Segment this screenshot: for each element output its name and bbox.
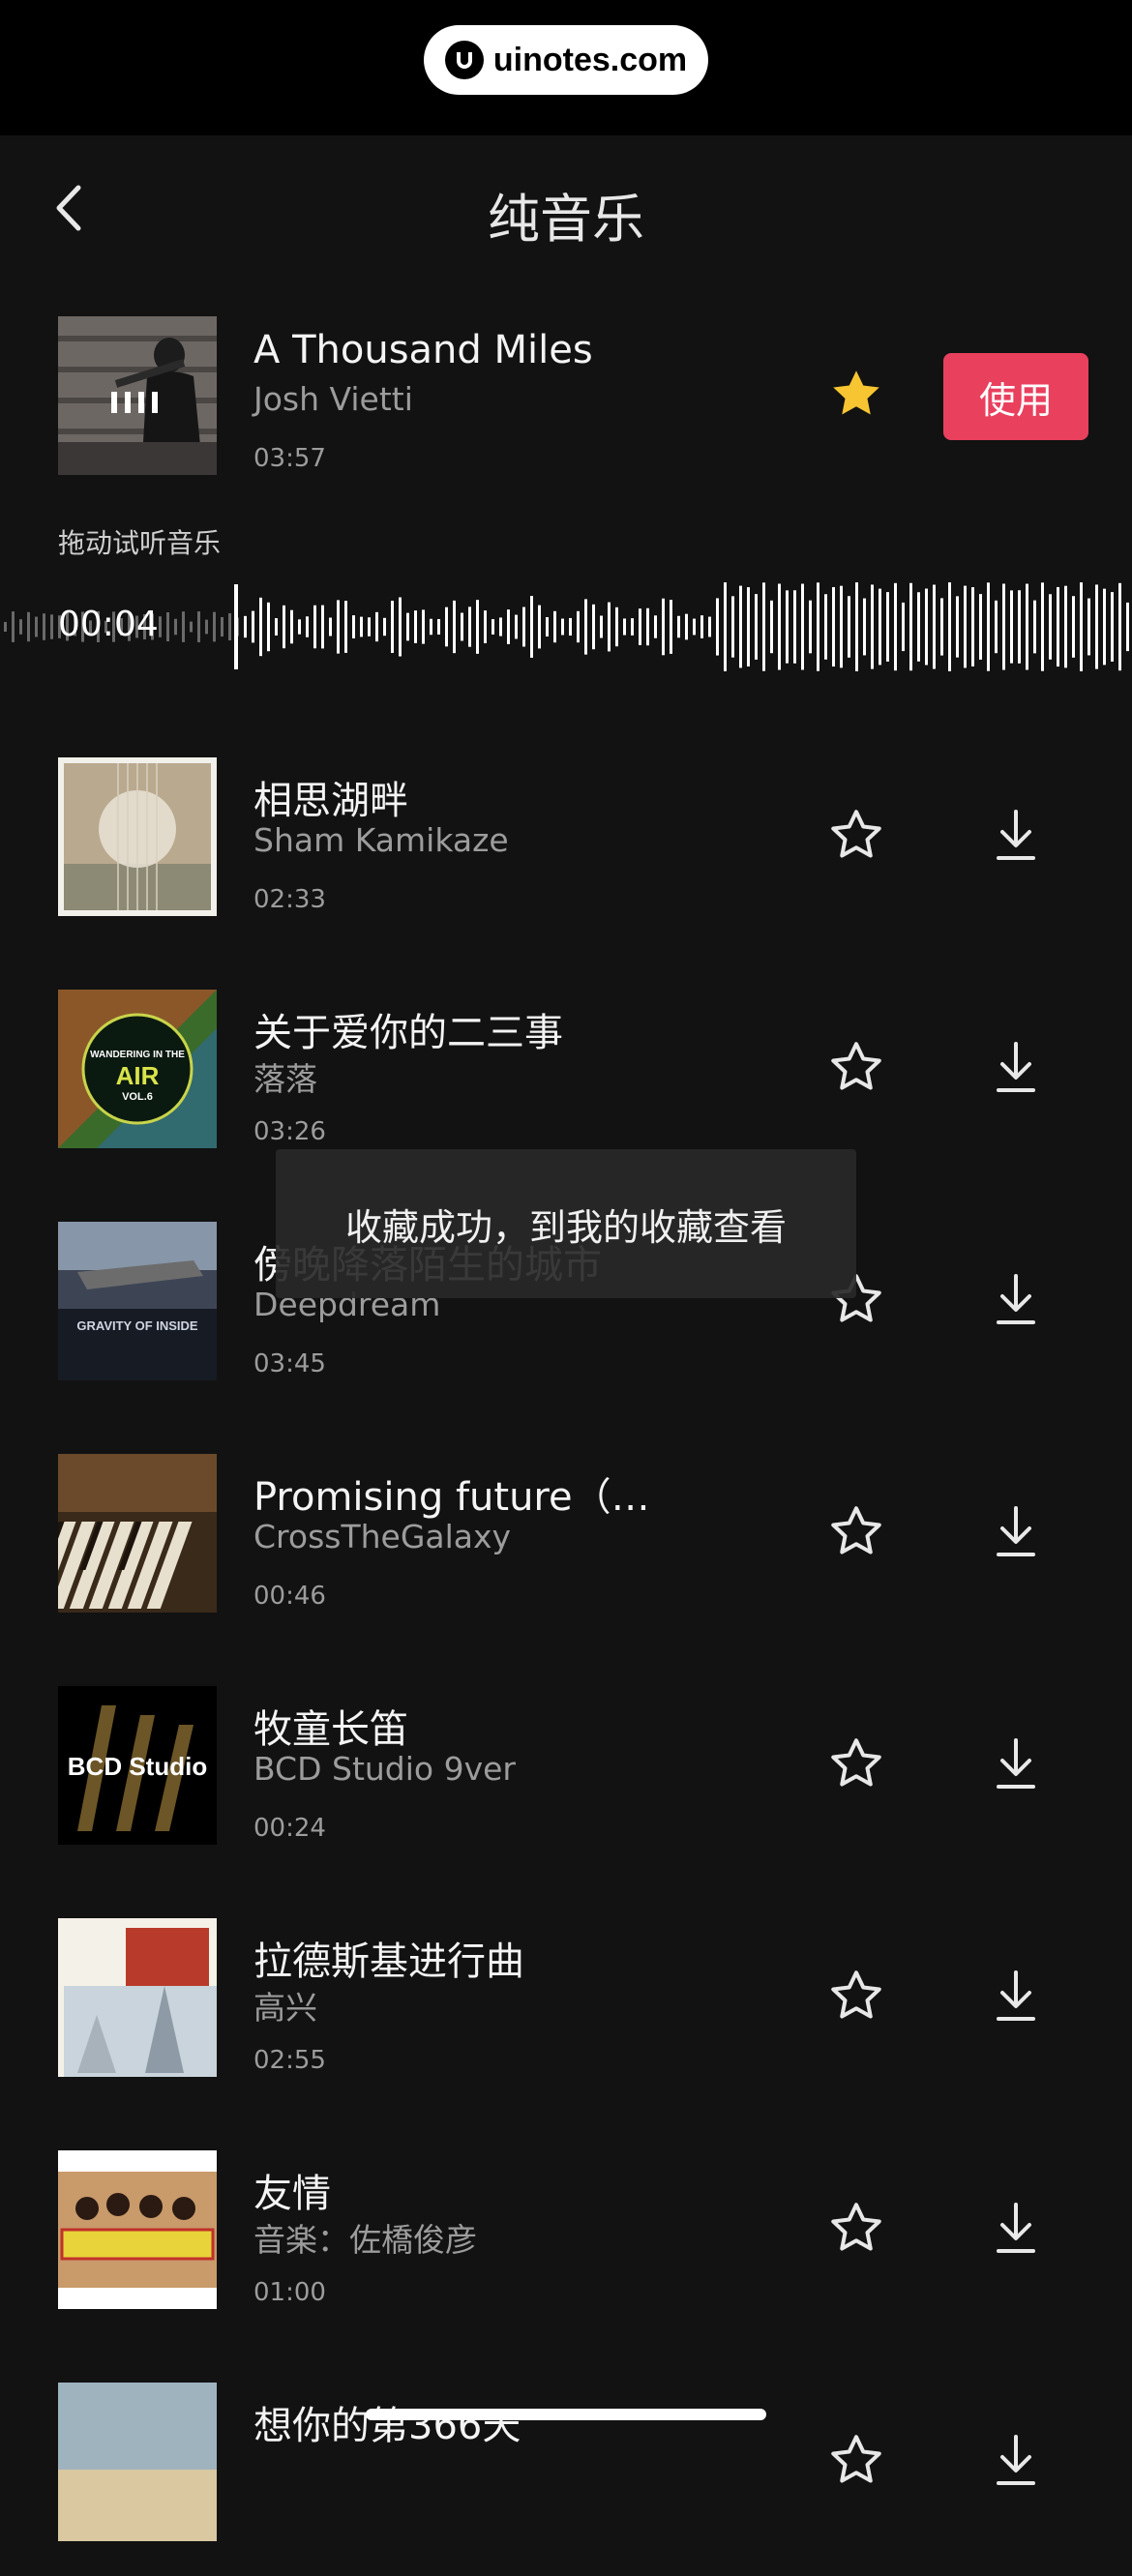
album-cover [58, 1454, 217, 1613]
svg-text:VOL.6: VOL.6 [122, 1091, 153, 1103]
watermark-text: uinotes.com [492, 41, 688, 78]
album-cover: BCD Studio [58, 1686, 217, 1845]
home-indicator[interactable] [366, 2409, 766, 2420]
track-artist: BCD Studio 9ver [253, 1750, 516, 1788]
album-cover: WANDERING IN THE AIR VOL.6 [58, 990, 217, 1148]
download-icon[interactable] [987, 1967, 1045, 2027]
star-outline-icon[interactable] [827, 1967, 885, 2025]
svg-text:GRAVITY OF INSIDE: GRAVITY OF INSIDE [76, 1318, 198, 1333]
album-cover [58, 1918, 217, 2077]
track-duration: 03:26 [253, 1117, 326, 1146]
watermark-logo: uinotes.com [424, 25, 708, 95]
use-button[interactable]: 使用 [943, 353, 1088, 440]
track-duration: 01:00 [253, 2278, 326, 2307]
track-title: 关于爱你的二三事 [253, 1011, 563, 1055]
track-artist: 音楽：佐橋俊彦 [253, 2221, 477, 2259]
track-title: 友情 [253, 2172, 331, 2216]
download-icon[interactable] [987, 1270, 1045, 1330]
track-row[interactable]: Promising future（… CrossTheGalaxy 00:46 [0, 1454, 1132, 1647]
star-outline-icon[interactable] [827, 2431, 885, 2489]
toast-message: 收藏成功，到我的收藏查看 [276, 1149, 856, 1298]
track-artist: 落落 [253, 1060, 317, 1098]
top-bar: uinotes.com [0, 0, 1132, 135]
track-duration: 00:46 [253, 1582, 326, 1611]
svg-text:WANDERING IN THE: WANDERING IN THE [90, 1050, 185, 1060]
track-title: A Thousand Miles [253, 328, 593, 372]
preview-position: 00:04 [58, 605, 159, 644]
download-icon[interactable] [987, 1038, 1045, 1098]
waveform-scrubber[interactable] [0, 580, 1132, 673]
track-duration: 02:55 [253, 2046, 326, 2075]
download-icon[interactable] [987, 2199, 1045, 2259]
download-icon[interactable] [987, 1734, 1045, 1794]
track-artist: 高兴 [253, 1989, 317, 2027]
star-filled-icon[interactable] [827, 365, 885, 423]
track-row[interactable]: 相思湖畔 Sham Kamikaze 02:33 [0, 757, 1132, 951]
star-outline-icon[interactable] [827, 2199, 885, 2257]
preview-hint: 拖动试听音乐 [58, 527, 222, 559]
track-artist: CrossTheGalaxy [253, 1518, 512, 1555]
album-cover [58, 757, 217, 916]
download-icon[interactable] [987, 2431, 1045, 2491]
track-artist: Sham Kamikaze [253, 821, 509, 859]
svg-text:AIR: AIR [116, 1061, 160, 1090]
track-row[interactable]: BCD Studio 牧童长笛 BCD Studio 9ver 00:24 [0, 1686, 1132, 1880]
page-title: 纯音乐 [488, 189, 644, 250]
star-outline-icon[interactable] [827, 1734, 885, 1792]
star-outline-icon[interactable] [827, 1038, 885, 1096]
star-outline-icon[interactable] [827, 806, 885, 864]
track-title: 相思湖畔 [253, 779, 408, 823]
nav-header: 纯音乐 [0, 135, 1132, 281]
album-cover: GRAVITY OF INSIDE [58, 1222, 217, 1380]
uinotes-logo-icon [444, 41, 484, 79]
track-duration: 00:24 [253, 1814, 326, 1843]
album-cover [58, 2150, 217, 2309]
playing-indicator-icon [111, 392, 158, 413]
track-title: 拉德斯基进行曲 [253, 1939, 524, 1984]
svg-text:BCD Studio: BCD Studio [68, 1752, 207, 1781]
track-artist: Josh Vietti [253, 380, 413, 418]
track-row[interactable]: 拉德斯基进行曲 高兴 02:55 [0, 1918, 1132, 2112]
track-title: 想你的第366天 [253, 2404, 521, 2448]
track-duration: 03:57 [253, 444, 326, 473]
download-icon[interactable] [987, 1502, 1045, 1562]
album-cover [58, 316, 217, 475]
track-title: Promising future（… [253, 1475, 650, 1520]
track-duration: 02:33 [253, 885, 326, 914]
track-duration: 03:45 [253, 1349, 326, 1378]
download-icon[interactable] [987, 806, 1045, 866]
track-title: 牧童长笛 [253, 1707, 408, 1752]
current-track[interactable]: A Thousand Miles Josh Vietti 03:57 使用 [0, 316, 1132, 510]
track-row[interactable]: 友情 音楽：佐橋俊彦 01:00 [0, 2150, 1132, 2344]
album-cover [58, 2383, 217, 2541]
star-outline-icon[interactable] [827, 1502, 885, 1560]
